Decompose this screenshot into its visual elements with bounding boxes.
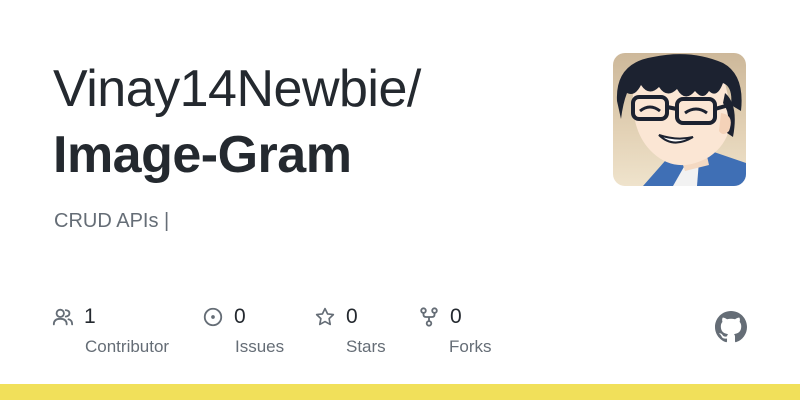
forks-label: Forks: [449, 337, 492, 356]
contributors-count: 1: [84, 305, 96, 328]
github-logo-icon[interactable]: [715, 311, 747, 343]
fork-icon: [420, 307, 438, 327]
issues-label: Issues: [235, 337, 285, 356]
repo-social-card: Vinay14Newbie/ Image-Gram CRUD APIs | 1 …: [0, 0, 800, 400]
owner-avatar[interactable]: [613, 53, 746, 186]
stars-count: 0: [346, 305, 358, 328]
issue-circle-icon: [203, 307, 223, 327]
stars-label: Stars: [346, 337, 386, 356]
star-icon: [315, 307, 335, 326]
avatar-image: [613, 53, 746, 186]
people-icon: [52, 308, 74, 326]
repo-owner[interactable]: Vinay14Newbie/: [53, 58, 421, 120]
issues-count: 0: [234, 305, 246, 328]
contributors-label: Contributor: [85, 337, 170, 356]
forks-count: 0: [450, 305, 462, 328]
language-bar: [0, 384, 800, 400]
repo-description: CRUD APIs |: [54, 210, 170, 232]
repo-name[interactable]: Image-Gram: [53, 124, 352, 186]
